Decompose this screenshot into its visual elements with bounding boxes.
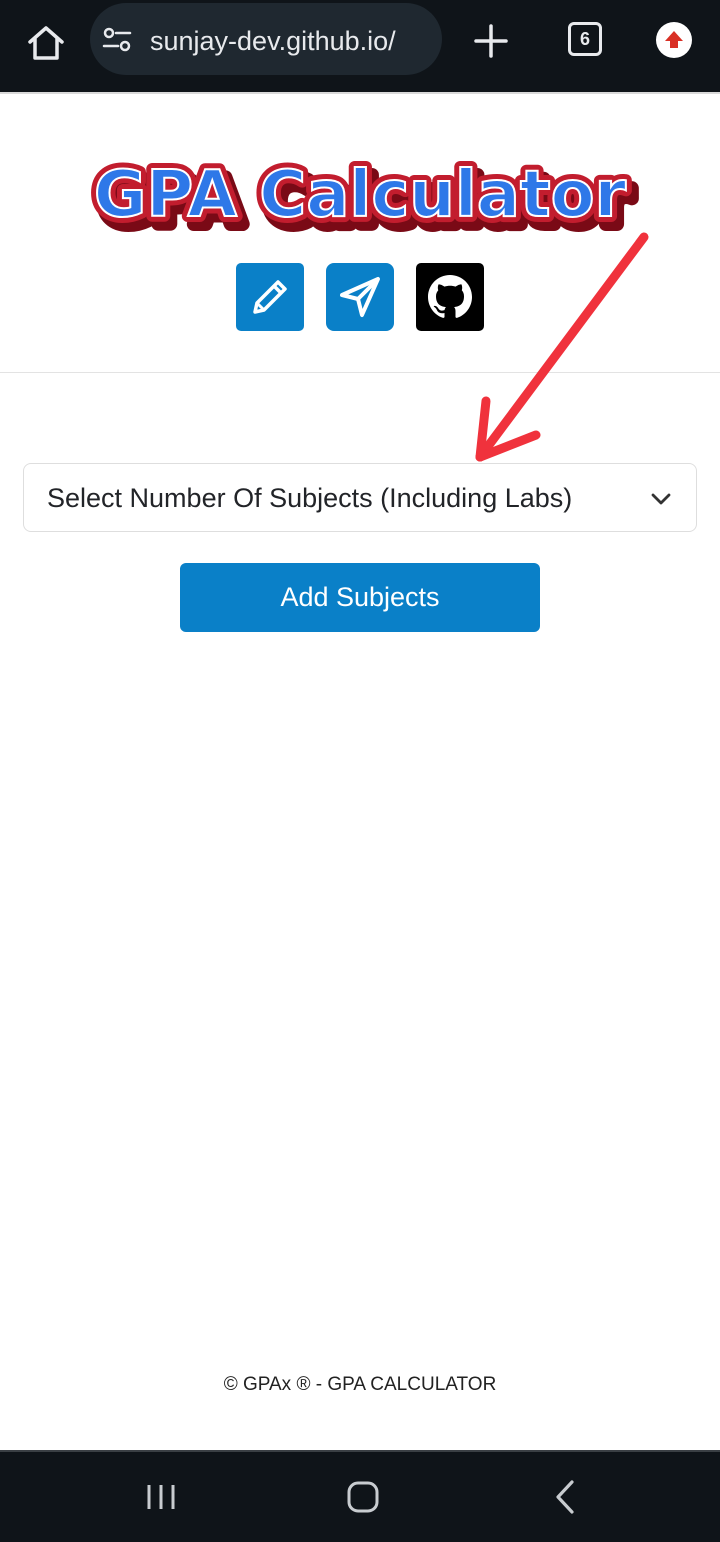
address-bar[interactable]: sunjay-dev.github.io/	[90, 3, 442, 75]
system-navigation-bar	[0, 1452, 720, 1542]
logo: GPA Calculator GPA Calculator GPA Calcul…	[60, 130, 660, 251]
site-settings-icon[interactable]	[102, 27, 132, 53]
tab-switcher-icon[interactable]: 6	[568, 22, 602, 56]
new-tab-icon[interactable]	[472, 22, 510, 60]
add-subjects-button[interactable]: Add Subjects	[180, 563, 540, 632]
red-arrow-annotation	[460, 225, 660, 475]
back-icon[interactable]	[550, 1478, 580, 1516]
update-icon[interactable]	[656, 22, 692, 58]
select-label: Select Number Of Subjects (Including Lab…	[47, 483, 573, 513]
telegram-link-button[interactable]	[326, 263, 394, 331]
url-text[interactable]: sunjay-dev.github.io/	[150, 25, 396, 57]
edit-link-button[interactable]	[236, 263, 304, 331]
recents-icon[interactable]	[144, 1482, 178, 1512]
paper-plane-icon	[340, 277, 380, 317]
home-icon[interactable]	[24, 20, 68, 64]
toolbar-divider	[0, 92, 720, 94]
subject-count-select[interactable]: Select Number Of Subjects (Including Lab…	[23, 463, 697, 532]
browser-toolbar: sunjay-dev.github.io/ 6	[0, 0, 720, 92]
pencil-icon	[253, 280, 287, 314]
svg-text:GPA Calculator: GPA Calculator	[94, 158, 627, 232]
chevron-down-icon	[651, 493, 671, 505]
home-nav-icon[interactable]	[346, 1480, 380, 1514]
footer-copyright: © GPAx ® - GPA CALCULATOR	[223, 1374, 497, 1395]
